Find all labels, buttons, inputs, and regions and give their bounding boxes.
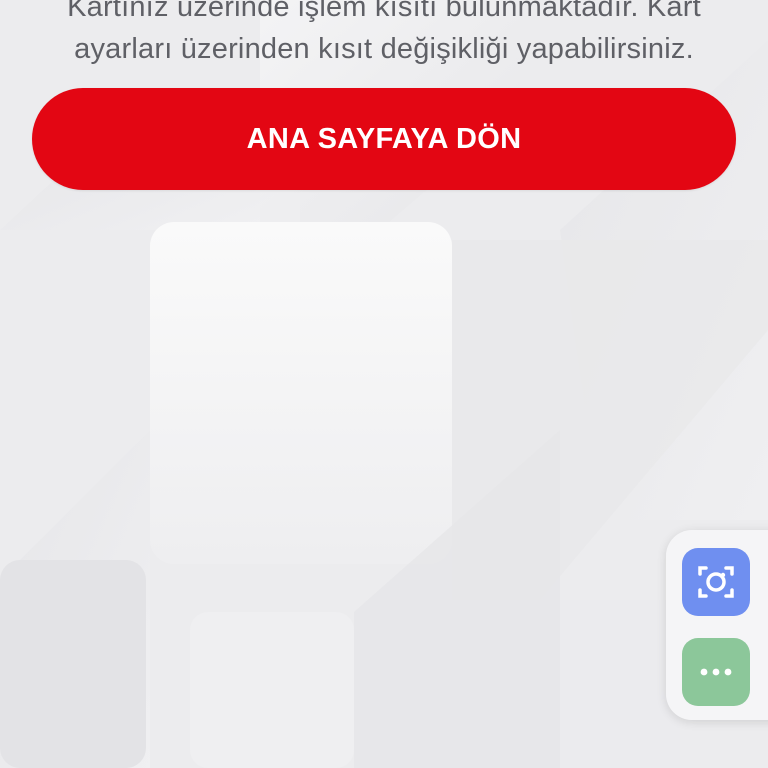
more-dots-icon: [700, 668, 732, 676]
more-button[interactable]: [682, 638, 750, 706]
message-line-2: ayarları üzerinden kısıt değişikliği yap…: [74, 33, 694, 65]
floating-toolbar: [666, 530, 768, 720]
restriction-message: Kartınız üzerinde işlem kısıtı bulunmakt…: [0, 0, 768, 70]
message-line-1: Kartınız üzerinde işlem kısıtı bulunmakt…: [67, 0, 701, 23]
screenshot-button[interactable]: [682, 548, 750, 616]
home-button-label: ANA SAYFAYA DÖN: [246, 122, 522, 155]
camera-scan-icon: [698, 566, 734, 598]
home-button[interactable]: ANA SAYFAYA DÖN: [32, 88, 736, 190]
